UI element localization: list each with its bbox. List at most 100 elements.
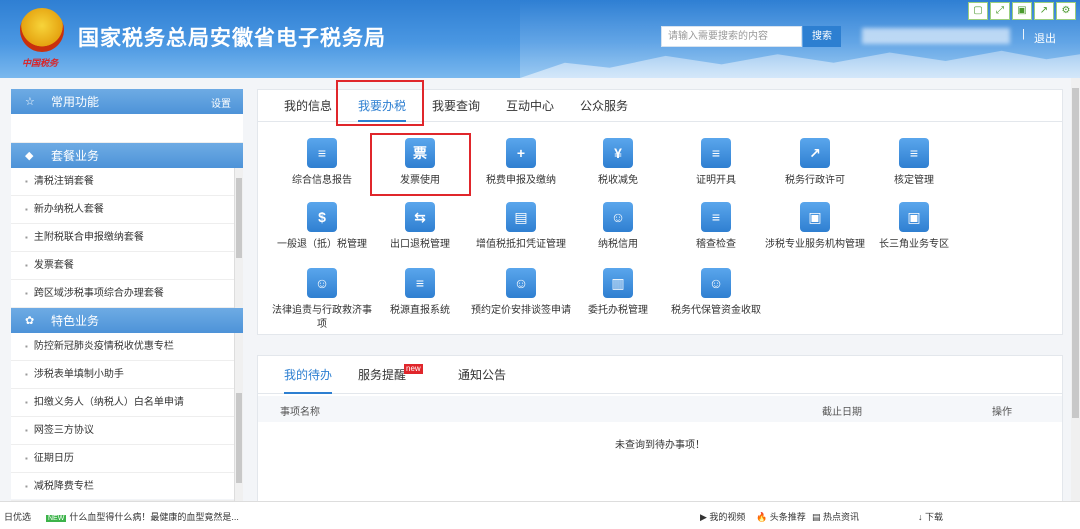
verify-icon: ≡ <box>899 138 929 168</box>
service-item[interactable]: ☺ 法律追责与行政救济事项 <box>272 268 372 332</box>
sidebar-item[interactable]: 防控新冠肺炎疫情税收优惠专栏 <box>11 333 243 361</box>
special-scrollbar[interactable] <box>234 333 243 501</box>
new-badge: new <box>404 364 423 374</box>
sidebar-item[interactable]: 征期日历 <box>11 445 243 473</box>
service-item[interactable]: 票发票使用 <box>370 138 470 188</box>
sidebar-common-title: 常用功能 <box>51 95 100 109</box>
service-item[interactable]: ▥ 委托办税管理 <box>568 268 668 318</box>
tab-notice[interactable]: 通知公告 <box>458 356 506 394</box>
window-icon[interactable]: ▢ <box>968 2 988 20</box>
sidebar-special-header[interactable]: ✿ 特色业务 <box>11 308 243 333</box>
todo-panel: 我的待办 服务提醒 new 通知公告 事项名称 截止日期 操作 未查询到待办事项… <box>257 355 1063 505</box>
sidebar-item[interactable]: 网签三方协议 <box>11 417 243 445</box>
tab-query[interactable]: 我要查询 <box>432 90 480 122</box>
search-input[interactable]: 请输入需要搜索的内容 <box>661 26 802 47</box>
headline-link[interactable]: 🔥 头条推荐 <box>756 510 806 523</box>
layers-icon: ◆ <box>25 150 34 162</box>
entrust-icon: ▥ <box>603 268 633 298</box>
top-toolbar: ▢ ⤢ ▣ ↗ ⚙ <box>968 2 1076 20</box>
sidebar-package-header[interactable]: ◆ 套餐业务 <box>11 143 243 168</box>
page-scrollbar[interactable] <box>1071 78 1080 501</box>
emblem-label: 中国税务 <box>22 58 59 68</box>
news-ticker[interactable]: NEW 什么血型得什么病！最健康的血型竟然是... <box>46 510 239 523</box>
sidebar-item[interactable]: 主附税联合申报缴纳套餐 <box>11 224 243 252</box>
tab-my-todo[interactable]: 我的待办 <box>284 356 333 394</box>
save-icon[interactable]: ▣ <box>1012 2 1032 20</box>
package-list: 清税注销套餐 新办纳税人套餐 主附税联合申报缴纳套餐 发票套餐 跨区域涉税事项综… <box>11 168 243 308</box>
sidebar-setting-link[interactable]: 设置 <box>211 95 231 110</box>
service-item-label: 综合信息报告 <box>292 175 352 186</box>
page-scroll-thumb[interactable] <box>1072 88 1079 418</box>
service-item[interactable]: ↗ 税务行政许可 <box>765 138 865 188</box>
sidebar-item[interactable]: 扣缴义务人（纳税人）白名单申请 <box>11 389 243 417</box>
service-item[interactable]: ☺ 纳税信用 <box>568 202 668 252</box>
service-item[interactable]: ≡ 证明开具 <box>666 138 766 188</box>
logout-link[interactable]: 退出 <box>1034 30 1056 46</box>
service-item-label: 预约定价安排谈签申请 <box>471 305 571 316</box>
tab-public-service[interactable]: 公众服务 <box>580 90 628 122</box>
service-item[interactable]: ≡ 税源直报系统 <box>370 268 470 318</box>
sidebar-item[interactable]: 清税注销套餐 <box>11 168 243 196</box>
sidebar-item[interactable]: 减税降费专栏 <box>11 473 243 501</box>
news-text[interactable]: 什么血型得什么病！最健康的血型竟然是... <box>69 512 239 522</box>
video-link[interactable]: ▶ 我的视频 <box>700 510 745 523</box>
settings-icon[interactable]: ⚙ <box>1056 2 1076 20</box>
col-action: 操作 <box>992 407 1012 418</box>
header-separator: | <box>1022 28 1025 40</box>
tax-emblem-icon <box>20 8 64 52</box>
sidebar-item[interactable]: 新办纳税人套餐 <box>11 196 243 224</box>
service-item[interactable]: ▣ 涉税专业服务机构管理 <box>765 202 865 252</box>
download-label: 下载 <box>925 512 944 522</box>
export-icon[interactable]: ↗ <box>1034 2 1054 20</box>
todo-tabs: 我的待办 服务提醒 new 通知公告 <box>258 356 1062 394</box>
service-item[interactable]: ☺ 预约定价安排谈签申请 <box>471 268 571 318</box>
package-scrollbar[interactable] <box>234 168 243 308</box>
service-item[interactable]: ≡ 核定管理 <box>864 138 964 188</box>
service-item[interactable]: ☺ 税务代保管资金收取 <box>666 268 766 318</box>
site-title: 国家税务总局安徽省电子税务局 <box>78 27 386 50</box>
new-tag: NEW <box>46 515 67 522</box>
sidebar: ☆ 常用功能 设置 ◆ 套餐业务 清税注销套餐 新办纳税人套餐 主附税联合申报缴… <box>11 89 243 501</box>
sidebar-item[interactable]: 涉税表单填制小助手 <box>11 361 243 389</box>
permit-icon: ↗ <box>800 138 830 168</box>
invoice-icon: 票 <box>405 138 435 168</box>
inspect-icon: ≡ <box>701 202 731 232</box>
service-item[interactable]: ≡ 稽查检查 <box>666 202 766 252</box>
service-item[interactable]: ▣ 长三角业务专区 <box>864 202 964 252</box>
service-item[interactable]: + 税费申报及缴纳 <box>471 138 571 188</box>
download-link[interactable]: ↓ 下载 <box>918 510 943 523</box>
sidebar-item[interactable]: 发票套餐 <box>11 252 243 280</box>
service-item[interactable]: $ 一般退（抵）税管理 <box>272 202 372 252</box>
tab-interaction[interactable]: 互动中心 <box>506 90 554 122</box>
service-item-label: 税务行政许可 <box>785 175 845 186</box>
search-button[interactable]: 搜索 <box>803 26 841 47</box>
scroll-thumb[interactable] <box>236 178 242 258</box>
service-item-label: 证明开具 <box>696 175 736 186</box>
headline-label: 头条推荐 <box>769 512 806 522</box>
service-item-label: 税费申报及缴纳 <box>486 175 556 186</box>
special-list: 防控新冠肺炎疫情税收优惠专栏 涉税表单填制小助手 扣缴义务人（纳税人）白名单申请… <box>11 333 243 501</box>
service-item[interactable]: ▤ 增值税抵扣凭证管理 <box>471 202 571 252</box>
highlight-tab-box <box>336 80 424 126</box>
certificate-icon: ≡ <box>701 138 731 168</box>
expand-icon[interactable]: ⤢ <box>990 2 1010 20</box>
service-item-label: 增值税抵扣凭证管理 <box>476 239 566 250</box>
star-icon: ☆ <box>25 96 35 108</box>
service-item[interactable]: ¥ 税收减免 <box>568 138 668 188</box>
hot-news-link[interactable]: ▤ 热点资讯 <box>812 510 859 523</box>
service-item[interactable]: ≡ 综合信息报告 <box>272 138 372 188</box>
browser-statusbar: 日优选 NEW 什么血型得什么病！最健康的血型竟然是... ▶ 我的视频 🔥 头条… <box>0 501 1080 529</box>
scroll-thumb[interactable] <box>236 393 242 483</box>
service-item-label: 税收减免 <box>598 175 638 186</box>
service-item-label: 委托办税管理 <box>588 305 648 316</box>
col-item-name: 事项名称 <box>280 407 320 418</box>
sidebar-item[interactable]: 跨区域涉税事项综合办理套餐 <box>11 280 243 308</box>
tab-service-reminder[interactable]: 服务提醒 <box>358 356 406 394</box>
sidebar-special-title: 特色业务 <box>51 314 100 328</box>
video-label: 我的视频 <box>709 512 746 522</box>
export-refund-icon: ⇆ <box>405 202 435 232</box>
service-item-label: 一般退（抵）税管理 <box>277 239 367 250</box>
service-item[interactable]: ⇆ 出口退税管理 <box>370 202 470 252</box>
tab-my-info[interactable]: 我的信息 <box>284 90 332 122</box>
sidebar-package-title: 套餐业务 <box>51 149 100 163</box>
